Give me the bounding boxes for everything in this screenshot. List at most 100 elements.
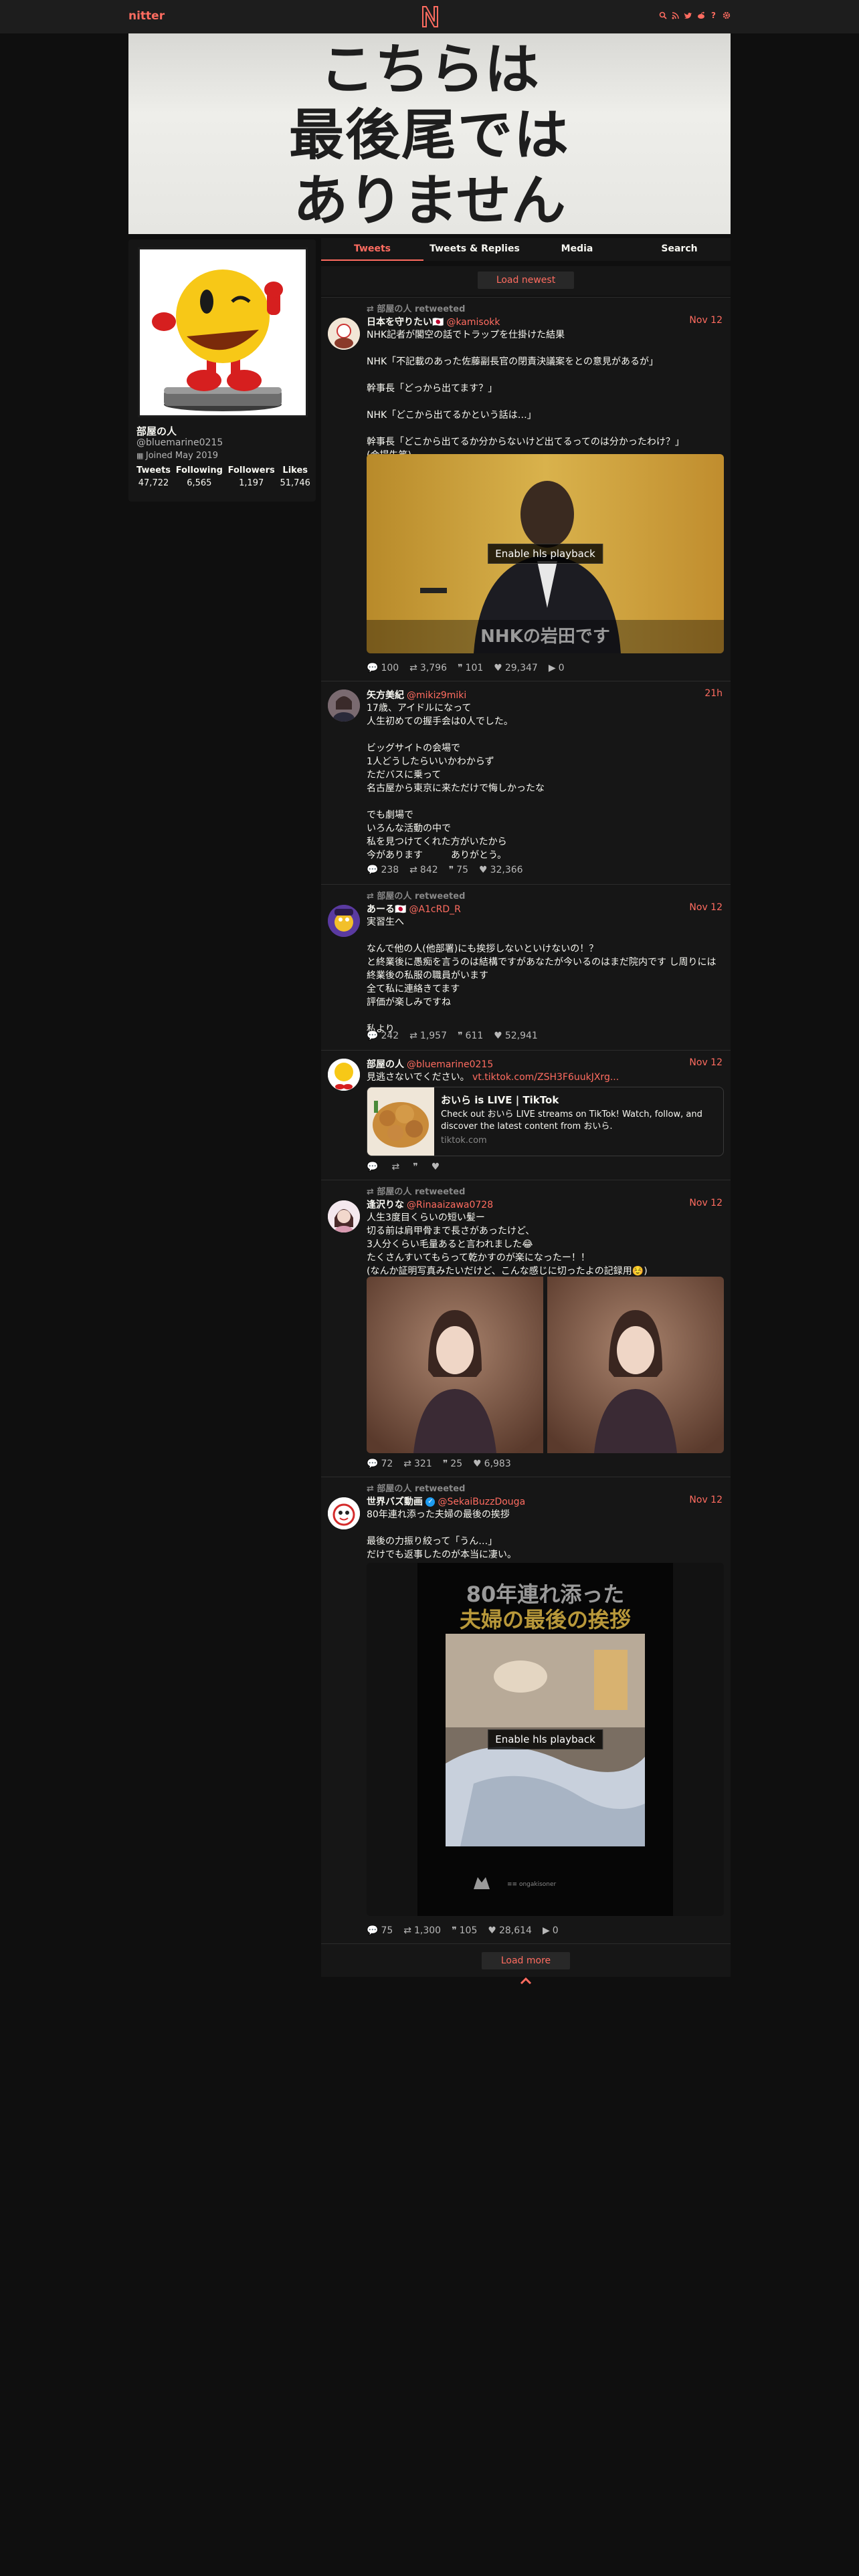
like-count[interactable]: ♥ bbox=[432, 1162, 443, 1172]
tweet-stats: 💬 242 ⇄ 1,957 ❞ 611 ♥ 52,941 bbox=[367, 1031, 538, 1041]
tweet-date[interactable]: Nov 12 bbox=[689, 1057, 723, 1068]
avatar[interactable] bbox=[328, 1497, 360, 1529]
avatar[interactable] bbox=[328, 318, 360, 350]
quote-count[interactable]: ❞ 101 bbox=[458, 663, 483, 673]
avatar[interactable] bbox=[328, 689, 360, 722]
tab-tweets[interactable]: Tweets bbox=[321, 238, 423, 261]
tweet[interactable]: ⇄ 部屋の人 retweeted あーる🇯🇵 @A1cRD_R Nov 12 実習… bbox=[321, 884, 731, 1050]
quote-count[interactable]: ❞ 25 bbox=[443, 1459, 462, 1469]
profile-avatar[interactable] bbox=[138, 247, 308, 417]
reply-count-value: 75 bbox=[381, 1925, 393, 1936]
quote-count[interactable]: ❞ bbox=[413, 1162, 421, 1172]
comment-icon: 💬 bbox=[367, 1925, 379, 1936]
tweet-date[interactable]: 21h bbox=[704, 688, 723, 699]
reddit-icon[interactable] bbox=[696, 10, 705, 21]
stat-followers: Followers 1,197 bbox=[228, 465, 275, 488]
reply-count[interactable]: 💬 100 bbox=[367, 663, 399, 673]
view-count[interactable]: ▶ 0 bbox=[543, 1925, 559, 1936]
tweet[interactable]: ⇄ 部屋の人 retweeted 世界バズ動画 ✓ @SekaiBuzzDouga… bbox=[321, 1477, 731, 1943]
gear-icon[interactable] bbox=[722, 10, 731, 21]
video-caption: 夫婦の最後の挨拶 bbox=[459, 1607, 631, 1632]
nitter-logo-icon[interactable] bbox=[420, 4, 440, 29]
tweet-stats: 💬 ⇄ ❞ ♥ bbox=[367, 1162, 442, 1172]
retweet-count[interactable]: ⇄ bbox=[391, 1162, 402, 1172]
avatar[interactable] bbox=[328, 905, 360, 937]
tweet-video[interactable]: NHKの岩田です Enable hls playback bbox=[367, 454, 724, 653]
tweet[interactable]: ⇄ 部屋の人 retweeted 日本を守りたい🇯🇵 @kamisokk Nov … bbox=[321, 297, 731, 681]
tweet-link[interactable]: vt.tiktok.com/ZSH3F6uukJXrg... bbox=[472, 1072, 619, 1083]
enable-hls-button[interactable]: Enable hls playback bbox=[488, 1729, 603, 1749]
load-newest-button[interactable]: Load newest bbox=[478, 272, 574, 289]
search-icon[interactable] bbox=[658, 10, 667, 21]
tweet[interactable]: 矢方美紀 @mikiz9miki 21h 17歳、アイドルになって 人生初めての握… bbox=[321, 681, 731, 884]
quote-count[interactable]: ❞ 105 bbox=[452, 1925, 477, 1936]
profile-name[interactable]: 部屋の人 bbox=[136, 424, 177, 438]
back-to-top-icon[interactable] bbox=[516, 1973, 535, 1992]
retweet-count-value: 321 bbox=[414, 1459, 432, 1469]
reply-count[interactable]: 💬 238 bbox=[367, 865, 399, 875]
avatar[interactable] bbox=[328, 1200, 360, 1232]
tweet-author-handle[interactable]: @SekaiBuzzDouga bbox=[438, 1497, 525, 1507]
tweet-author-name[interactable]: 日本を守りたい🇯🇵 bbox=[367, 317, 444, 328]
avatar[interactable] bbox=[328, 1059, 360, 1091]
quote-count-value: 25 bbox=[450, 1459, 463, 1469]
retweet-count[interactable]: ⇄ 321 bbox=[403, 1459, 432, 1469]
brand-link[interactable]: nitter bbox=[128, 9, 165, 23]
quote-count-value: 101 bbox=[465, 663, 484, 673]
tweet-author-name[interactable]: 世界バズ動画 bbox=[367, 1497, 423, 1507]
quote-count[interactable]: ❞ 611 bbox=[458, 1031, 483, 1041]
tab-tweets-replies[interactable]: Tweets & Replies bbox=[423, 238, 526, 261]
tweet-author-handle[interactable]: @bluemarine0215 bbox=[407, 1059, 493, 1070]
rss-icon[interactable] bbox=[671, 10, 680, 21]
tab-media[interactable]: Media bbox=[526, 238, 628, 261]
tweet-author-handle[interactable]: @A1cRD_R bbox=[409, 904, 460, 915]
tweet-date[interactable]: Nov 12 bbox=[689, 1495, 723, 1505]
retweet-count[interactable]: ⇄ 3,796 bbox=[409, 663, 447, 673]
tweet-author-name[interactable]: あーる🇯🇵 bbox=[367, 904, 406, 915]
like-count[interactable]: ♥ 32,366 bbox=[479, 865, 523, 875]
quote-count[interactable]: ❞ 75 bbox=[449, 865, 468, 875]
twitter-icon[interactable] bbox=[684, 10, 692, 21]
reply-count[interactable]: 💬 242 bbox=[367, 1031, 399, 1041]
retweet-icon: ⇄ bbox=[391, 1162, 400, 1172]
reply-count[interactable]: 💬 72 bbox=[367, 1459, 393, 1469]
heart-icon: ♥ bbox=[494, 1031, 502, 1041]
like-count[interactable]: ♥ 28,614 bbox=[488, 1925, 532, 1936]
enable-hls-button[interactable]: Enable hls playback bbox=[488, 544, 603, 564]
tweet-text: 見逃さないでください。 vt.tiktok.com/ZSH3F6uukJXrg.… bbox=[367, 1071, 724, 1084]
profile-handle[interactable]: @bluemarine0215 bbox=[136, 437, 223, 448]
like-count[interactable]: ♥ 29,347 bbox=[494, 663, 538, 673]
tweet-author-name[interactable]: 逢沢りな bbox=[367, 1200, 404, 1210]
reply-count[interactable]: 💬 75 bbox=[367, 1925, 393, 1936]
retweet-count[interactable]: ⇄ 842 bbox=[409, 865, 438, 875]
reply-count-value: 242 bbox=[381, 1031, 399, 1041]
quote-icon: ❞ bbox=[452, 1925, 457, 1936]
tweet-video[interactable]: 80年連れ添った 夫婦の最後の挨拶 ≡≡ ongakisoner Enable … bbox=[367, 1563, 724, 1916]
tweet-text: 人生3度目くらいの短い髪ー 切る前は肩甲骨まで長さがあったけど、 3人分くらい毛… bbox=[367, 1212, 648, 1277]
tab-search[interactable]: Search bbox=[628, 238, 731, 261]
link-card[interactable]: おいら is LIVE | TikTok Check out おいら LIVE … bbox=[367, 1087, 724, 1156]
tweet-date[interactable]: Nov 12 bbox=[689, 315, 723, 326]
photo[interactable] bbox=[367, 1277, 724, 1453]
like-count[interactable]: ♥ 52,941 bbox=[494, 1031, 538, 1041]
retweet-count[interactable]: ⇄ 1,957 bbox=[409, 1031, 447, 1041]
tweet-author-name[interactable]: 矢方美紀 bbox=[367, 690, 404, 701]
tweet-date[interactable]: Nov 12 bbox=[689, 1198, 723, 1208]
tweet-date[interactable]: Nov 12 bbox=[689, 902, 723, 913]
load-more-button[interactable]: Load more bbox=[482, 1952, 570, 1969]
retweet-icon: ⇄ bbox=[367, 891, 377, 901]
tweet[interactable]: ⇄ 部屋の人 retweeted 逢沢りな @Rinaaizawa0728 Nov… bbox=[321, 1180, 731, 1477]
play-icon: ▶ bbox=[548, 663, 556, 673]
tweet-author-handle[interactable]: @mikiz9miki bbox=[407, 690, 466, 701]
like-count[interactable]: ♥ 6,983 bbox=[473, 1459, 511, 1469]
retweet-count[interactable]: ⇄ 1,300 bbox=[403, 1925, 441, 1936]
tweet-author-handle[interactable]: @Rinaaizawa0728 bbox=[407, 1200, 493, 1210]
tweet[interactable]: 部屋の人 @bluemarine0215 Nov 12 見逃さないでください。 v… bbox=[321, 1050, 731, 1180]
tweet-author-name[interactable]: 部屋の人 bbox=[367, 1059, 404, 1070]
info-icon[interactable]: ? bbox=[709, 10, 718, 21]
view-count[interactable]: ▶ 0 bbox=[549, 663, 565, 673]
tweet-photo-gallery bbox=[367, 1277, 724, 1453]
tweet-author-handle[interactable]: @kamisokk bbox=[446, 317, 500, 328]
profile-banner[interactable]: こちらは 最後尾では ありません bbox=[128, 33, 731, 234]
reply-count[interactable]: 💬 bbox=[367, 1162, 381, 1172]
